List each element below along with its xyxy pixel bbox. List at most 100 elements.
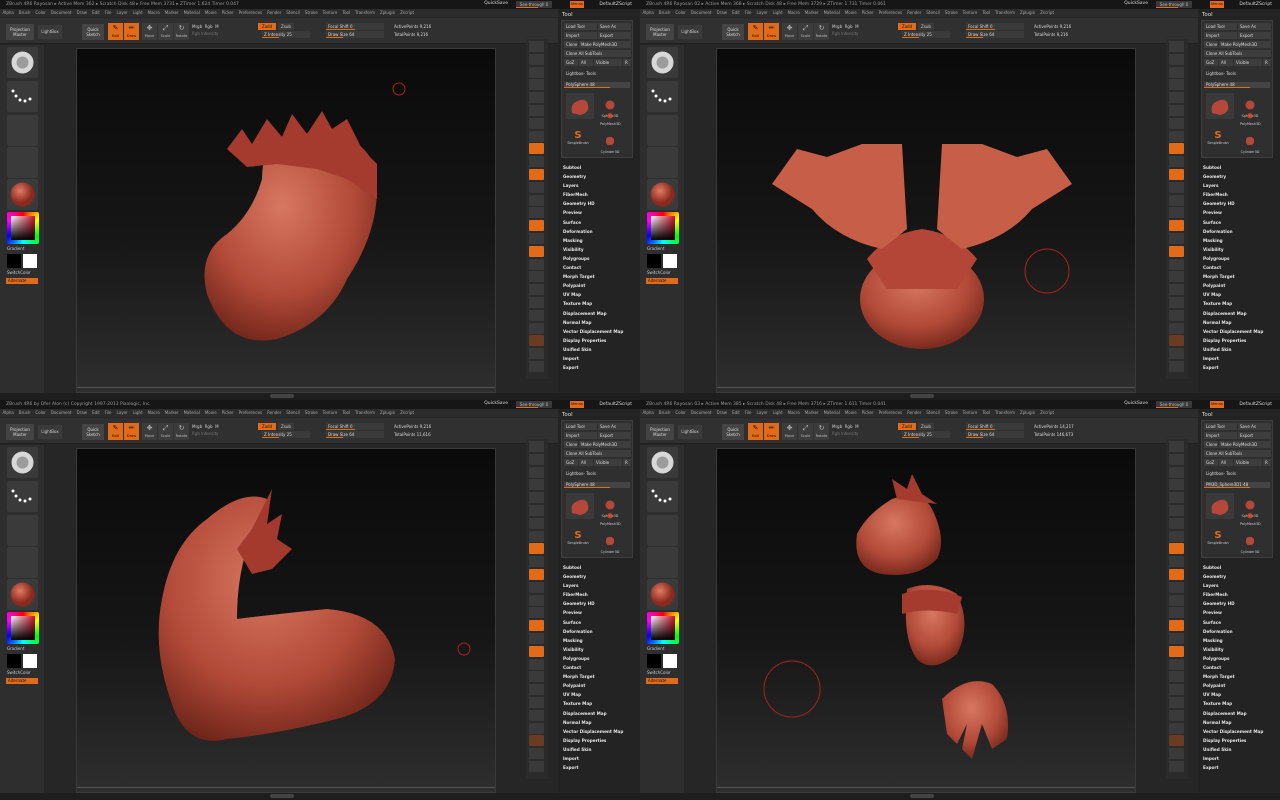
section-export[interactable]: Export [563,763,623,772]
view-control-button[interactable] [1169,41,1184,52]
view-control-button[interactable] [1169,130,1184,142]
menu-layer[interactable]: Layer [117,410,128,415]
view-control-button[interactable] [529,169,544,180]
zsub-button[interactable]: Zsub [278,23,294,30]
default-zscript-button[interactable]: DefaultZScript [1239,1,1272,8]
goz-visible-button[interactable]: Visible [594,59,622,66]
view-control-button[interactable] [1169,479,1184,491]
menu-transform[interactable]: Transform [995,10,1015,15]
scale-button[interactable]: ⤢ Scale [798,423,813,440]
view-control-button[interactable] [1169,492,1184,504]
view-control-button[interactable] [1169,361,1184,372]
menu-zplugin[interactable]: Zplugin [380,410,395,415]
z-intensity-slider[interactable]: Z Intensity 25 [902,31,950,38]
see-through-slider[interactable]: See-through 0 [1156,1,1192,8]
view-control-button[interactable] [1169,53,1184,65]
view-control-button[interactable] [1169,594,1184,606]
save-as-button[interactable]: Save As [598,23,631,30]
color-picker[interactable] [647,212,679,244]
menu-tool[interactable]: Tool [982,10,990,15]
view-control-button[interactable] [1169,233,1184,244]
section-display-properties[interactable]: Display Properties [1203,736,1263,745]
menu-zplugin[interactable]: Zplugin [380,10,395,15]
section-vector-displacement-map[interactable]: Vector Displacement Map [563,727,623,736]
quicksave-button[interactable]: QuickSave [484,1,508,8]
make-polymesh-button[interactable]: Make PolyMesh3D [579,441,631,448]
view-control-button[interactable] [1169,143,1184,155]
view-control-button[interactable] [529,671,544,683]
section-geometry[interactable]: Geometry [563,572,623,581]
menus-button[interactable]: Menus [570,1,584,8]
edit-button[interactable]: ✎ Edit [108,23,123,40]
section-masking[interactable]: Masking [1203,236,1263,245]
view-control-button[interactable] [529,258,544,270]
document-canvas[interactable] [716,448,1136,793]
draw-button[interactable]: ✏ Draw [124,423,139,440]
menu-color[interactable]: Color [675,10,685,15]
view-control-button[interactable] [1169,322,1184,334]
view-control-button[interactable] [1169,569,1184,580]
lightbox-button[interactable]: LightBox [678,25,702,39]
switch-color-button[interactable]: SwitchColor [647,670,681,675]
view-control-button[interactable] [1169,645,1184,657]
goz-r-button[interactable]: R [1263,459,1271,466]
rgb-group[interactable]: Mrgb Rgb M Rgb Intensity [832,423,892,437]
menu-brush[interactable]: Brush [19,410,31,415]
menu-stroke[interactable]: Stroke [945,10,958,15]
goz-button[interactable]: GoZ [564,459,578,466]
section-contact[interactable]: Contact [563,663,623,672]
texture-thumbnail[interactable] [7,147,38,178]
focal-shift-slider[interactable]: Focal Shift 0 [966,423,1024,430]
polymesh3d-tool[interactable]: ✸ PolyMesh3D [600,113,621,129]
menu-material[interactable]: Material [824,410,840,415]
menu-alpha[interactable]: Alpha [3,410,14,415]
import-button[interactable]: Import [1204,432,1237,439]
current-tool-slider[interactable]: PolySphere 48 [564,482,630,488]
current-tool-slider[interactable]: PM3D_Sphere3D1 48 [1204,482,1270,488]
view-control-button[interactable] [529,130,544,142]
move-button[interactable]: ✥ Move [782,423,797,440]
goz-all-button[interactable]: All [1219,459,1233,466]
view-control-button[interactable] [1169,117,1184,129]
document-canvas[interactable] [716,48,1136,393]
alpha-thumbnail[interactable] [647,115,678,146]
focal-shift-slider[interactable]: Focal Shift 0 [966,23,1024,30]
section-preview[interactable]: Preview [563,608,623,617]
menu-tool[interactable]: Tool [342,410,350,415]
scale-button[interactable]: ⤢ Scale [158,423,173,440]
goz-all-button[interactable]: All [579,59,593,66]
section-geometry-hd[interactable]: Geometry HD [1203,199,1263,208]
clone-all-subtools-button[interactable]: Clone All SubTools [564,50,631,57]
section-contact[interactable]: Contact [1203,663,1263,672]
polymesh3d-tool[interactable]: ✸ PolyMesh3D [600,513,621,529]
view-control-button[interactable] [529,479,544,491]
draw-size-slider[interactable]: Draw Size 64 [326,431,384,438]
focal-shift-slider[interactable]: Focal Shift 0 [326,23,384,30]
projection-master-button[interactable]: Projection Master [6,24,34,40]
menu-light[interactable]: Light [133,10,143,15]
menu-marker[interactable]: Marker [805,410,819,415]
section-preview[interactable]: Preview [1203,608,1263,617]
quicksave-button[interactable]: QuickSave [484,401,508,408]
section-fibermesh[interactable]: FiberMesh [1203,190,1263,199]
view-control-button[interactable] [1169,581,1184,593]
view-control-button[interactable] [529,117,544,129]
menu-picker[interactable]: Picker [222,10,234,15]
menu-texture[interactable]: Texture [323,410,338,415]
view-control-button[interactable] [1169,220,1184,232]
cylinder3d-tool[interactable]: Cylinder3D [600,131,620,154]
menu-transform[interactable]: Transform [995,410,1015,415]
section-subtool[interactable]: Subtool [1203,163,1263,172]
menu-preferences[interactable]: Preferences [239,10,263,15]
section-deformation[interactable]: Deformation [1203,627,1263,636]
lightbox-button[interactable]: LightBox [38,25,62,39]
section-geometry[interactable]: Geometry [563,172,623,181]
view-control-button[interactable] [1169,156,1184,168]
menu-picker[interactable]: Picker [862,10,874,15]
section-vector-displacement-map[interactable]: Vector Displacement Map [1203,727,1263,736]
section-export[interactable]: Export [1203,763,1263,772]
sphere3d-tool[interactable]: Sphere3D [1240,495,1260,518]
view-control-button[interactable] [529,335,544,347]
view-control-button[interactable] [1169,556,1184,568]
section-export[interactable]: Export [563,363,623,372]
